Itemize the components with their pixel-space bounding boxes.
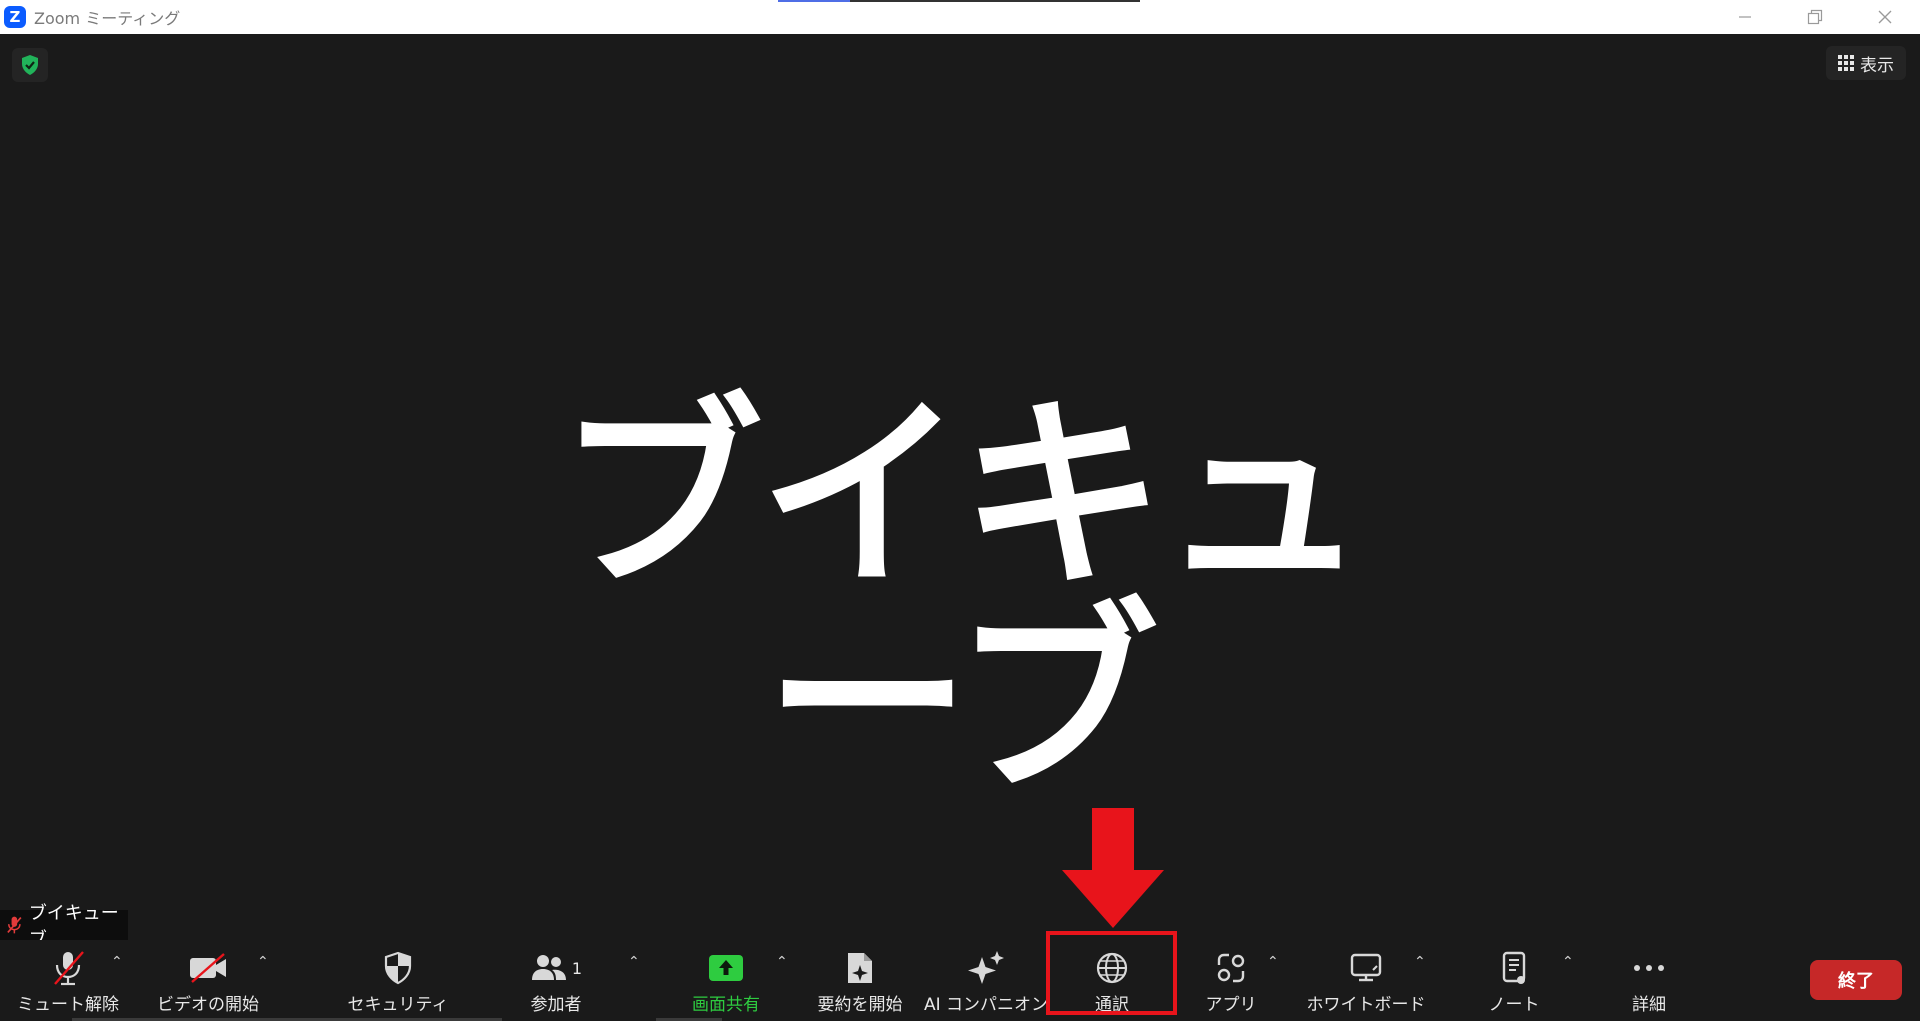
more-dots-icon — [1634, 965, 1664, 971]
notes-label: ノート — [1488, 995, 1540, 1015]
summary-document-icon — [848, 953, 872, 983]
restore-button[interactable] — [1780, 0, 1850, 34]
microphone-muted-icon — [54, 951, 84, 986]
participants-button[interactable]: 1 参加者 — [516, 940, 596, 1021]
participant-count: 1 — [571, 958, 583, 978]
minimize-button[interactable] — [1710, 0, 1780, 34]
whiteboard-label: ホワイトボード — [1306, 995, 1426, 1015]
apps-options-chevron-up-icon[interactable]: ⌃ — [1267, 954, 1279, 970]
start-video-label: ビデオの開始 — [157, 995, 259, 1015]
ai-companion-button[interactable]: AI コンパニオン — [924, 940, 1048, 1021]
notes-button[interactable]: ノート — [1474, 940, 1554, 1021]
share-screen-icon — [709, 955, 743, 981]
interpretation-highlight-box — [1046, 931, 1177, 1015]
start-video-button[interactable]: ビデオの開始 — [153, 940, 263, 1021]
ai-companion-label: AI コンパニオン — [923, 995, 1049, 1015]
muted-mic-icon — [7, 916, 22, 934]
share-screen-label: 画面共有 — [692, 995, 760, 1015]
share-screen-button[interactable]: 画面共有 — [682, 940, 770, 1021]
shield-icon — [384, 951, 412, 985]
video-off-icon — [190, 953, 226, 983]
unmute-button[interactable]: ミュート解除 — [16, 940, 120, 1021]
start-summary-button[interactable]: 要約を開始 — [812, 940, 908, 1021]
sparkle-icon — [968, 951, 1004, 984]
video-options-chevron-up-icon[interactable]: ⌃ — [257, 954, 269, 970]
window-titlebar: Z Zoom ミーティング — [0, 0, 1920, 34]
participant-video-name: ブイキューブ — [558, 378, 1366, 821]
grid-icon — [1838, 55, 1854, 71]
window-controls — [1710, 0, 1920, 34]
notes-options-chevron-up-icon[interactable]: ⌃ — [1562, 954, 1574, 970]
view-label: 表示 — [1860, 55, 1894, 76]
unmute-label: ミュート解除 — [17, 995, 119, 1015]
security-label: セキュリティ — [347, 995, 449, 1015]
title-indicator — [778, 0, 1140, 2]
whiteboard-button[interactable]: ホワイトボード — [1306, 940, 1426, 1021]
participants-options-chevron-up-icon[interactable]: ⌃ — [628, 954, 640, 970]
whiteboard-options-chevron-up-icon[interactable]: ⌃ — [1414, 954, 1426, 970]
window-title: Zoom ミーティング — [34, 9, 181, 28]
security-button[interactable]: セキュリティ — [347, 940, 449, 1021]
whiteboard-icon — [1350, 953, 1382, 982]
self-name-tag: ブイキューブ — [0, 903, 128, 950]
participants-icon — [531, 955, 566, 980]
view-button[interactable]: 表示 — [1826, 46, 1906, 80]
close-icon — [1878, 10, 1892, 24]
start-summary-label: 要約を開始 — [817, 995, 903, 1015]
more-label: 詳細 — [1632, 995, 1666, 1015]
end-meeting-button[interactable]: 終了 — [1810, 960, 1902, 1000]
more-button[interactable]: 詳細 — [1614, 940, 1684, 1021]
audio-options-chevron-up-icon[interactable]: ⌃ — [111, 954, 123, 970]
encryption-shield-button[interactable] — [12, 48, 48, 82]
meeting-toolbar: ミュート解除 ⌃ ビデオの開始 ⌃ セキュリティ 1 参加者 ⌃ 画面共有 ⌃ … — [0, 940, 1920, 1021]
apps-button[interactable]: アプリ — [1196, 940, 1266, 1021]
shield-check-icon — [22, 55, 38, 75]
red-arrow-annotation-icon — [1062, 808, 1164, 928]
close-button[interactable] — [1850, 0, 1920, 34]
participants-label: 参加者 — [530, 995, 582, 1015]
notes-icon — [1502, 951, 1526, 984]
apps-label: アプリ — [1205, 995, 1257, 1015]
restore-icon — [1807, 9, 1823, 25]
zoom-logo-icon: Z — [4, 6, 26, 28]
minimize-icon — [1739, 16, 1751, 18]
apps-icon — [1217, 953, 1245, 983]
share-options-chevron-up-icon[interactable]: ⌃ — [776, 954, 788, 970]
